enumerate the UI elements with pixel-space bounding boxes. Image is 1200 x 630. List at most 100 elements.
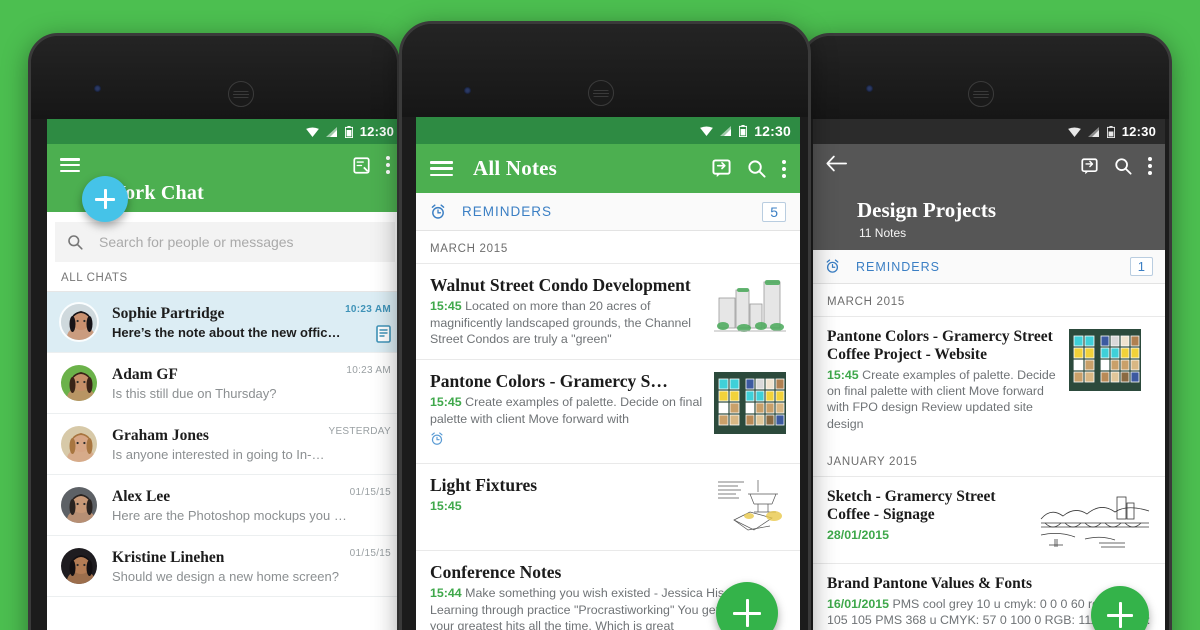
note-title: Light Fixtures — [430, 475, 538, 496]
status-bar-time: 12:30 — [1121, 124, 1156, 139]
note-title: Conference Notes — [430, 562, 562, 583]
chat-list-item[interactable]: Graham Jones Is anyone interested in goin… — [47, 414, 397, 475]
month-section-header: JANUARY 2015 — [827, 456, 918, 469]
reminders-count-badge: 1 — [1129, 257, 1153, 276]
all-notes-screen: 12:30 All Notes REMINDERS 5 MARCH 2015 Wa… — [416, 117, 800, 630]
front-camera-icon — [866, 85, 873, 92]
avatar — [59, 302, 99, 342]
new-chat-icon[interactable] — [353, 156, 370, 174]
chat-timestamp: 01/15/15 — [349, 487, 391, 498]
signal-icon — [1087, 126, 1099, 137]
search-input[interactable]: Search for people or messages — [55, 222, 395, 262]
battery-icon — [739, 124, 748, 137]
month-section-header: MARCH 2015 — [430, 243, 508, 255]
note-thumbnail — [1039, 489, 1151, 552]
chat-preview-message: Here’s the note about the new office… — [112, 324, 346, 340]
chat-contact-name: Adam GF — [112, 365, 178, 383]
note-snippet-text: Located on more than 20 acres of magnifi… — [430, 299, 692, 346]
note-timestamp: 16/01/2015 — [827, 596, 890, 611]
earpiece-speaker-icon — [228, 81, 254, 107]
battery-icon — [344, 125, 353, 138]
hamburger-icon[interactable] — [430, 161, 453, 176]
reminders-bar[interactable]: REMINDERS 5 — [416, 193, 800, 231]
chat-list-item[interactable]: Kristine Linehen Should we design a new h… — [47, 536, 397, 597]
search-icon[interactable] — [1114, 157, 1132, 175]
search-placeholder: Search for people or messages — [99, 234, 294, 250]
status-bar: 12:30 — [416, 117, 800, 144]
phone-bezel-top — [803, 36, 1169, 119]
wifi-icon — [700, 125, 714, 136]
avatar — [59, 424, 99, 464]
chat-contact-name: Graham Jones — [112, 426, 209, 444]
note-list-item[interactable]: Walnut Street Condo Development 15:45 Loc… — [416, 263, 800, 359]
chat-preview-message: Is anyone interested in going to In-N-Ou… — [112, 446, 328, 462]
page-title: Design Projects — [857, 198, 996, 222]
status-bar: 12:30 — [813, 119, 1165, 144]
avatar — [59, 546, 99, 586]
chat-list-item[interactable]: Adam GF Is this still due on Thursday? 10:… — [47, 353, 397, 414]
status-bar-time: 12:30 — [359, 124, 394, 139]
app-bar: All Notes — [416, 144, 800, 193]
battery-icon — [1106, 125, 1115, 138]
all-chats-label: ALL CHATS — [47, 262, 397, 292]
chat-preview-message: Is this still due on Thursday? — [112, 385, 277, 401]
work-chat-icon[interactable] — [1081, 157, 1098, 175]
note-title: Pantone Colors - Gramercy S… — [430, 371, 668, 392]
note-title: Pantone Colors - Gramercy Street Coffee … — [827, 328, 1053, 363]
search-icon — [68, 235, 83, 250]
note-thumbnail — [714, 476, 786, 539]
month-section-header: MARCH 2015 — [827, 296, 905, 308]
reminders-bar[interactable]: REMINDERS 1 — [813, 250, 1165, 284]
note-thumbnail — [714, 276, 786, 338]
wifi-icon — [1067, 126, 1081, 137]
overflow-menu-icon[interactable] — [386, 156, 390, 174]
note-timestamp: 15:45 — [827, 367, 859, 382]
chat-timestamp: YESTERDAY — [328, 426, 391, 437]
chat-contact-name: Kristine Linehen — [112, 548, 225, 566]
reminders-label: REMINDERS — [462, 204, 553, 219]
work-chat-phone: 12:30 Work Chat Search for people or mes… — [28, 33, 400, 630]
search-icon[interactable] — [747, 159, 766, 178]
status-bar-time: 12:30 — [754, 122, 791, 139]
page-title: All Notes — [473, 156, 558, 180]
chat-list-item[interactable]: Alex Lee Here are the Photoshop mockups y… — [47, 475, 397, 536]
chat-timestamp: 10:23 AM — [345, 304, 391, 315]
note-list-item[interactable]: Pantone Colors - Gramercy S… 15:45 Create… — [416, 359, 800, 463]
front-camera-icon — [464, 87, 471, 94]
note-attachment-icon — [376, 325, 391, 343]
all-notes-phone: 12:30 All Notes REMINDERS 5 MARCH 2015 Wa… — [399, 21, 811, 630]
chat-contact-name: Sophie Partridge — [112, 304, 225, 322]
wifi-icon — [305, 126, 319, 137]
note-list-item[interactable]: Light Fixtures 15:45 — [416, 463, 800, 550]
back-arrow-icon[interactable] — [826, 155, 847, 177]
phone-bezel-top — [31, 36, 397, 119]
note-thumbnail — [714, 372, 786, 435]
chat-list-item[interactable]: Sophie Partridge Here’s the note about th… — [47, 292, 397, 353]
note-snippet: 15:45 Create examples of palette. Decide… — [430, 394, 704, 427]
note-list-item[interactable]: Sketch - Gramercy Street Coffee - Signag… — [813, 476, 1165, 563]
design-projects-phone: 12:30 Design Projects 11 Notes REMINDERS… — [800, 33, 1172, 630]
note-reminder-icon — [430, 432, 704, 451]
note-timestamp: 15:45 — [430, 299, 462, 314]
signal-icon — [720, 125, 732, 136]
plus-icon — [732, 598, 763, 629]
reminders-label: REMINDERS — [856, 259, 941, 274]
app-bar: Design Projects 11 Notes — [813, 144, 1165, 250]
overflow-menu-icon[interactable] — [782, 159, 786, 178]
note-timestamp: 15:45 — [430, 395, 462, 410]
design-projects-screen: 12:30 Design Projects 11 Notes REMINDERS… — [813, 119, 1165, 630]
note-timestamp: 15:45 — [430, 499, 462, 514]
note-snippet-text: Create examples of palette. Decide on fi… — [827, 367, 1056, 431]
overflow-menu-icon[interactable] — [1148, 157, 1152, 175]
chat-list: Sophie Partridge Here’s the note about th… — [47, 292, 397, 597]
note-thumbnail — [1069, 329, 1151, 391]
new-chat-fab[interactable] — [82, 176, 128, 222]
work-chat-icon[interactable] — [712, 159, 731, 178]
note-list: MARCH 2015 Pantone Colors - Gramercy Stre… — [813, 284, 1165, 630]
note-list-item[interactable]: Pantone Colors - Gramercy Street Coffee … — [813, 316, 1165, 444]
page-title: Work Chat — [106, 182, 204, 204]
chat-contact-name: Alex Lee — [112, 487, 171, 505]
signal-icon — [325, 126, 337, 137]
alarm-icon — [431, 203, 445, 219]
hamburger-icon[interactable] — [60, 158, 80, 172]
